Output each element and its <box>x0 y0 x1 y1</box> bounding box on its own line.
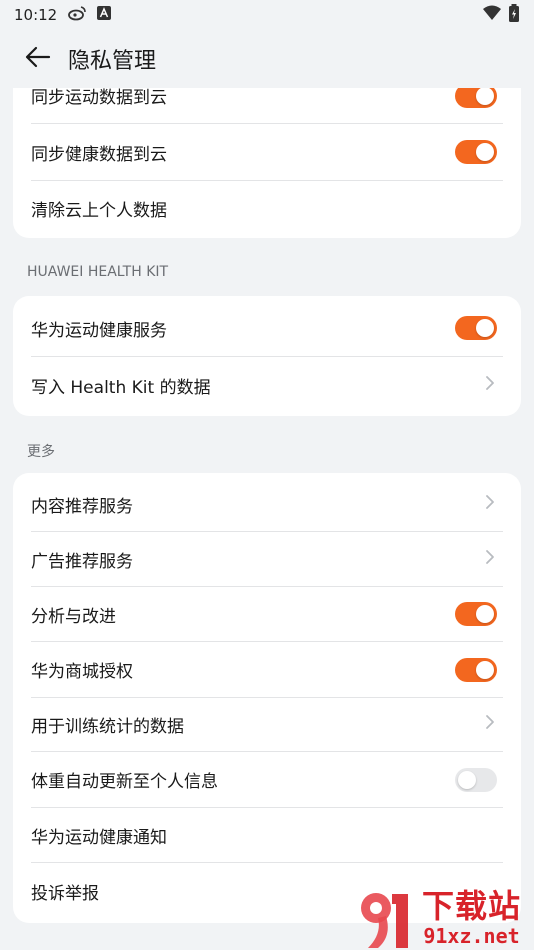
health-kit-card: 华为运动健康服务 写入 Health Kit 的数据 <box>13 296 521 416</box>
row-label: 华为运动健康通知 <box>31 827 167 848</box>
arrow-left-icon <box>25 46 51 72</box>
more-card: 内容推荐服务 广告推荐服务 分析与改进 华为商城授权 用于训练统计的数据 体重自… <box>13 473 521 923</box>
row-label: 内容推荐服务 <box>31 496 133 517</box>
watermark-domain: 91xz.net <box>423 923 520 948</box>
weibo-icon <box>67 5 87 25</box>
ad-recommend-row[interactable]: 广告推荐服务 <box>13 532 521 586</box>
page-title: 隐私管理 <box>68 49 157 74</box>
row-label: 广告推荐服务 <box>31 551 133 572</box>
huawei-health-service-toggle[interactable] <box>455 316 497 340</box>
battery-icon <box>508 4 520 26</box>
chevron-right-icon <box>485 494 495 515</box>
site-logo-icon <box>356 886 420 950</box>
content-recommend-row[interactable]: 内容推荐服务 <box>13 477 521 531</box>
chevron-right-icon <box>485 549 495 570</box>
back-button[interactable] <box>8 30 68 88</box>
watermark: 下载站 91xz.net <box>356 885 534 950</box>
watermark-title: 下载站 <box>422 886 522 925</box>
health-notification-row[interactable]: 华为运动健康通知 <box>13 808 521 862</box>
analysis-improve-toggle[interactable] <box>455 602 497 626</box>
vmall-authorization-toggle[interactable] <box>455 657 497 682</box>
row-label: 华为运动健康服务 <box>31 320 167 341</box>
row-label: 清除云上个人数据 <box>31 200 167 221</box>
chevron-right-icon <box>485 375 495 396</box>
health-kit-write-data-row[interactable]: 写入 Health Kit 的数据 <box>13 357 521 413</box>
status-time: 10:12 <box>14 6 58 24</box>
a-badge-icon <box>97 6 112 24</box>
vmall-authorization-row[interactable]: 华为商城授权 <box>13 642 521 697</box>
row-label: 用于训练统计的数据 <box>31 717 184 737</box>
weight-auto-update-toggle[interactable] <box>455 767 497 792</box>
sync-health-data-toggle[interactable] <box>455 140 497 164</box>
section-heading-health-kit: HUAWEI HEALTH KIT <box>27 264 169 280</box>
training-stats-data-row[interactable]: 用于训练统计的数据 <box>13 698 521 751</box>
section-heading-more: 更多 <box>27 444 55 460</box>
chevron-right-icon <box>485 714 495 735</box>
row-label: 同步健康数据到云 <box>31 144 167 165</box>
row-label: 分析与改进 <box>31 606 116 627</box>
clear-cloud-data-row[interactable]: 清除云上个人数据 <box>13 181 521 235</box>
status-bar: 10:12 <box>0 0 534 30</box>
row-label: 体重自动更新至个人信息 <box>31 772 218 792</box>
analysis-improve-row[interactable]: 分析与改进 <box>13 587 521 641</box>
weight-auto-update-row[interactable]: 体重自动更新至个人信息 <box>13 752 521 807</box>
wifi-icon <box>482 5 502 25</box>
sync-health-data-row[interactable]: 同步健康数据到云 <box>13 124 521 180</box>
row-label: 华为商城授权 <box>31 662 133 682</box>
title-bar: 隐私管理 <box>0 30 534 88</box>
row-label: 写入 Health Kit 的数据 <box>31 377 211 398</box>
huawei-health-service-row[interactable]: 华为运动健康服务 <box>13 300 521 356</box>
